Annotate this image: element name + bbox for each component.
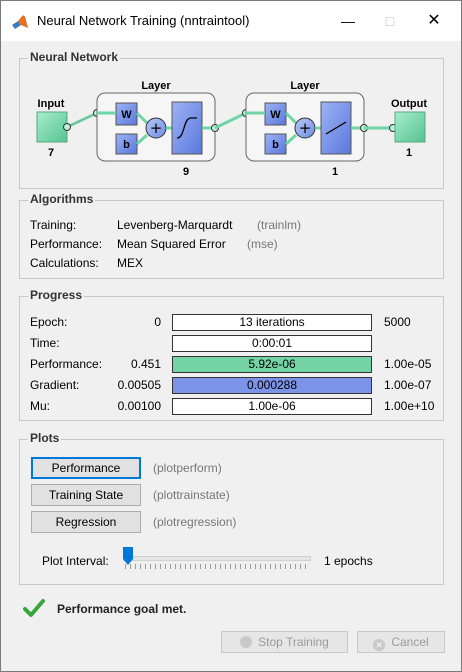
layer-1-bias-label: b <box>123 139 130 151</box>
gradient-progress-bar: 0.000288 <box>172 377 372 394</box>
stop-icon <box>240 636 253 648</box>
nntraintool-window: Neural Network Training (nntraintool) — … <box>0 0 462 672</box>
epoch-progress-bar: 13 iterations <box>172 314 372 331</box>
gradient-current: 0.000288 <box>246 378 298 392</box>
epoch-current: 13 iterations <box>239 315 305 329</box>
performance-fn: (mse) <box>247 237 278 251</box>
mu-current: 1.00e-06 <box>248 399 296 413</box>
performance-current: 5.92e-06 <box>248 357 296 371</box>
slider-ticks <box>125 564 309 569</box>
training-value: Levenberg-Marquardt <box>117 218 233 232</box>
input-node <box>63 123 71 131</box>
gradient-start: 0.00505 <box>117 378 161 392</box>
layer-1-transfer <box>171 101 203 155</box>
performance-label: Performance: <box>30 237 103 251</box>
performance-value: Mean Squared Error <box>117 237 226 251</box>
layer-2-bias-label: b <box>272 139 279 151</box>
layer-1-size: 9 <box>183 166 189 178</box>
mu-end: 1.00e+10 <box>384 399 435 413</box>
input-label: Input <box>38 98 65 110</box>
calculations-label: Calculations: <box>30 256 99 270</box>
plot-interval-label: Plot Interval: <box>42 554 109 568</box>
checkmark-icon <box>23 599 45 617</box>
mu-progress-bar: 1.00e-06 <box>172 398 372 415</box>
output-label: Output <box>391 98 427 110</box>
layer-2-title: Layer <box>290 80 320 92</box>
plot-performance-fn: (plotperform) <box>153 461 222 475</box>
svg-text:+: + <box>150 119 163 137</box>
progress-title: Progress <box>28 288 85 302</box>
gradient-label: Gradient: <box>30 378 80 392</box>
layer-1-weight-label: W <box>121 109 132 121</box>
plots-title: Plots <box>28 431 62 445</box>
epoch-label: Epoch: <box>30 315 68 329</box>
output-block <box>394 111 426 143</box>
performance-start: 0.451 <box>130 357 161 371</box>
epoch-start: 0 <box>154 315 161 329</box>
mu-start: 0.00100 <box>117 399 161 413</box>
gradient-end: 1.00e-07 <box>384 378 432 392</box>
layer-2-size: 1 <box>332 166 338 178</box>
stop-training-button: Stop Training <box>221 631 348 653</box>
status-message: Performance goal met. <box>57 602 187 616</box>
slider-thumb[interactable] <box>123 547 133 565</box>
plot-interval-slider[interactable] <box>121 546 313 574</box>
algorithms-title: Algorithms <box>28 192 96 206</box>
layer-1-title: Layer <box>141 80 171 92</box>
training-fn: (trainlm) <box>257 218 301 232</box>
plot-interval-value: 1 epochs <box>324 554 373 568</box>
stop-training-label: Stop Training <box>258 635 329 649</box>
plot-training-state-fn: (plottrainstate) <box>153 488 230 502</box>
time-label: Time: <box>30 336 60 350</box>
output-size: 1 <box>406 147 412 159</box>
plot-regression-fn: (plotregression) <box>153 515 237 529</box>
time-progress-bar: 0:00:01 <box>172 335 372 352</box>
svg-text:+: + <box>299 119 312 137</box>
input-block <box>36 111 68 143</box>
layer-2-weight-label: W <box>270 109 281 121</box>
performance-end: 1.00e-05 <box>384 357 432 371</box>
plot-training-state-button[interactable]: Training State <box>31 484 141 506</box>
input-size: 7 <box>48 147 54 159</box>
plot-performance-button[interactable]: Performance <box>31 457 141 479</box>
cancel-icon: ✕ <box>373 639 386 651</box>
epoch-end: 5000 <box>384 315 411 329</box>
plot-regression-button[interactable]: Regression <box>31 511 141 533</box>
performance-progress-bar: 5.92e-06 <box>172 356 372 373</box>
network-diagram: + + Input 7 Layer W b 9 Layer W b 1 Outp… <box>36 80 427 178</box>
performance-label: Performance: <box>30 357 103 371</box>
cancel-label: Cancel <box>391 635 429 649</box>
calculations-value: MEX <box>117 256 144 270</box>
mu-label: Mu: <box>30 399 51 413</box>
time-current: 0:00:01 <box>251 336 293 350</box>
training-label: Training: <box>30 218 77 232</box>
cancel-button: ✕ Cancel <box>357 631 445 653</box>
